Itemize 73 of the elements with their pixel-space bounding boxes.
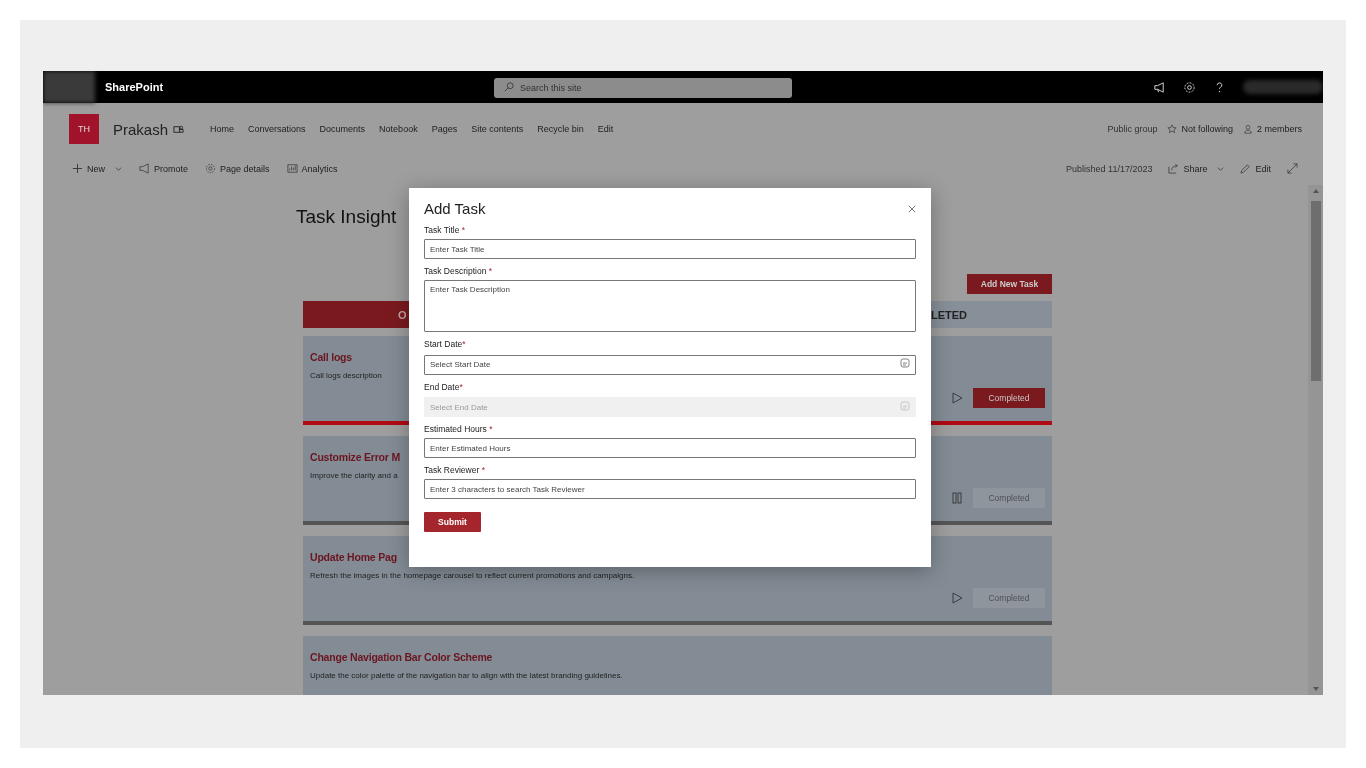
nav-link[interactable]: Home [210, 124, 235, 134]
chart-icon [286, 163, 298, 174]
field-label: Start Date* [424, 339, 467, 349]
task-title: Update Home Pag [310, 551, 397, 563]
search-icon [504, 82, 514, 92]
edit-button[interactable]: Edit [1240, 163, 1271, 174]
close-icon[interactable] [908, 204, 916, 213]
star-icon [1167, 124, 1178, 134]
chevron-down-icon [1217, 165, 1225, 172]
task-description: Refresh the images in the homepage carousel to reflect current promotions and campaigns. [310, 571, 635, 580]
field-label: End Date* [424, 381, 464, 392]
status-tab[interactable]: LETED [931, 301, 1052, 328]
input-field[interactable]: Enter Task Title [424, 239, 916, 259]
field-label: Task Title * [424, 225, 467, 235]
command-button[interactable]: Analytics [286, 163, 338, 174]
play-icon[interactable] [951, 392, 963, 404]
date-field[interactable]: Select Start Date [424, 354, 916, 375]
teams-icon [173, 123, 185, 135]
nav-link[interactable]: Notebook [379, 124, 418, 134]
megaphone-icon [139, 163, 150, 174]
published-date: Published 11/17/2023 [1066, 163, 1153, 174]
task-title: Call logs [310, 351, 352, 363]
app-name[interactable]: SharePoint [105, 81, 494, 93]
calendar-icon [900, 400, 910, 411]
play-icon[interactable] [951, 592, 963, 604]
gear-icon [205, 163, 217, 174]
task-title: Customize Error M [310, 451, 400, 463]
add-task-button[interactable]: Add New Task [967, 274, 1052, 294]
scrollbar-thumb[interactable] [1310, 201, 1321, 381]
field-label: Task Reviewer * [424, 465, 486, 475]
field-label: Task Description * [424, 266, 494, 276]
blurred-area [43, 71, 95, 103]
settings-icon[interactable] [1183, 80, 1196, 94]
scrollbar[interactable] [1308, 185, 1323, 695]
site-logo: TH [69, 114, 99, 144]
scroll-up-icon[interactable] [1311, 187, 1320, 195]
megaphone-icon[interactable] [1153, 80, 1166, 94]
task-description: Call logs description [310, 371, 382, 380]
site-name[interactable]: Prakash [113, 120, 169, 138]
chevron-down-icon [115, 165, 122, 172]
share-icon [1168, 163, 1180, 174]
search-field[interactable]: Search this site [494, 78, 792, 98]
group-type: Public group [1107, 124, 1158, 134]
share-button[interactable]: Share [1168, 163, 1225, 174]
task-description: Update the color palette of the navigation bar to align with the latest branding guidelines. [310, 671, 623, 680]
expand-icon[interactable] [1287, 163, 1298, 174]
nav-link[interactable]: Conversations [248, 124, 306, 134]
input-field[interactable]: Enter Estimated Hours [424, 438, 916, 458]
page-title: Task Insight [296, 206, 397, 228]
nav-link[interactable]: Pages [431, 124, 458, 134]
command-button[interactable]: Promote [139, 163, 189, 174]
pencil-icon [1240, 163, 1252, 174]
follow-button[interactable]: Not following [1167, 124, 1233, 134]
nav-link[interactable]: Documents [319, 124, 366, 134]
nav-link[interactable]: Recycle bin [537, 124, 584, 134]
plus-icon [72, 163, 83, 174]
submit-button[interactable]: Submit [424, 512, 481, 532]
command-button[interactable]: New [72, 163, 122, 174]
scroll-down-icon[interactable] [1311, 685, 1320, 693]
dialog-title: Add Task [424, 200, 486, 217]
nav-link[interactable]: Site contents [471, 124, 524, 134]
task-description: Improve the clarity and a [310, 471, 398, 480]
command-button[interactable]: Page details [205, 163, 270, 174]
task-title: Change Navigation Bar Color Scheme [310, 651, 493, 663]
pause-icon[interactable] [951, 492, 963, 504]
calendar-icon [900, 358, 910, 368]
nav-link[interactable]: Edit [597, 124, 614, 134]
input-field[interactable]: Enter 3 characters to search Task Reviewer [424, 479, 916, 499]
person-icon [1243, 124, 1253, 134]
input-field[interactable]: Enter Task Description [424, 280, 916, 332]
completed-button[interactable]: Completed [973, 388, 1045, 408]
members-button[interactable]: 2 members [1243, 124, 1302, 134]
field-label: Estimated Hours * [424, 424, 494, 434]
